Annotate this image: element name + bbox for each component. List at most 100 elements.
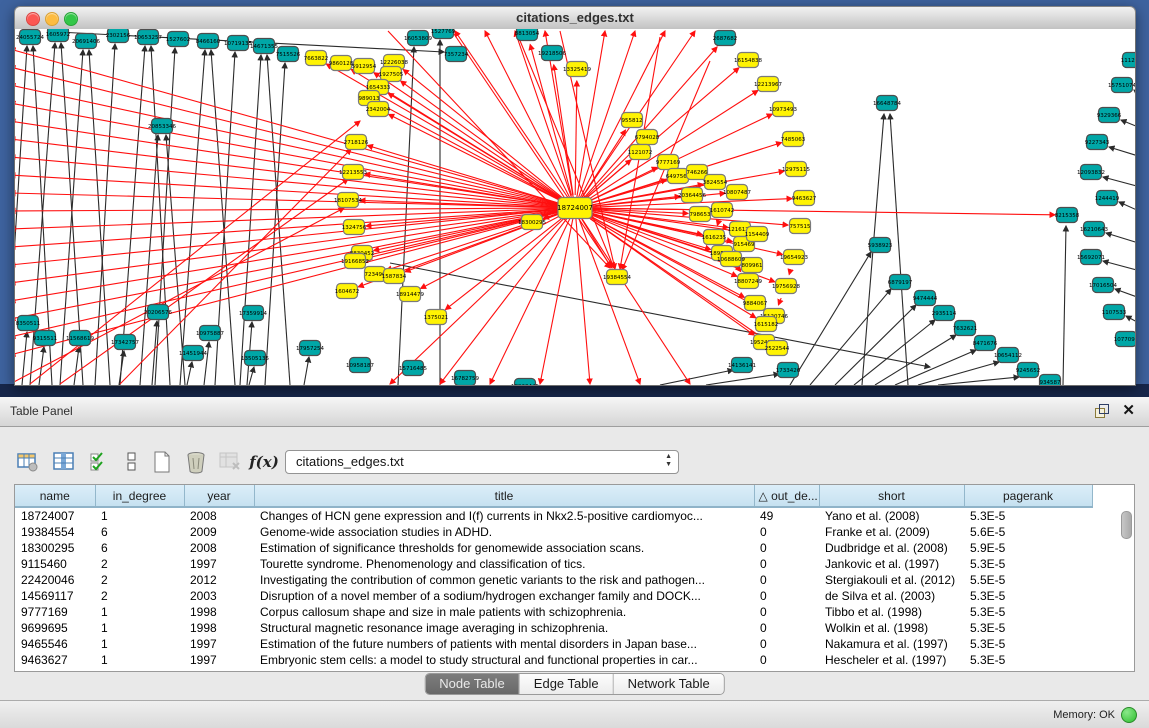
graph-edge[interactable] — [540, 208, 575, 384]
table-cell[interactable]: 19384554 — [15, 524, 95, 540]
table-cell[interactable]: 0 — [754, 588, 819, 604]
graph-edge[interactable] — [14, 208, 575, 319]
table-cell[interactable]: 6 — [95, 524, 184, 540]
column-header[interactable]: in_degree — [95, 485, 184, 507]
table-cell[interactable]: 5.3E-5 — [964, 636, 1092, 652]
graph-edge[interactable] — [1115, 289, 1136, 301]
graph-edge[interactable] — [575, 31, 605, 208]
graph-edge[interactable] — [388, 93, 564, 201]
table-cell[interactable]: Changes of HCN gene expression and I(f) … — [254, 507, 754, 524]
graph-edge[interactable] — [1126, 316, 1136, 328]
table-cell[interactable]: 0 — [754, 540, 819, 556]
show-columns-button[interactable] — [50, 449, 78, 475]
table-cell[interactable]: 5.3E-5 — [964, 652, 1092, 668]
graph-edge[interactable] — [249, 367, 254, 385]
table-row[interactable]: 911546021997Tourette syndrome. Phenomeno… — [15, 556, 1092, 572]
table-cell[interactable]: 2008 — [184, 540, 254, 556]
minimize-traffic-light-icon[interactable] — [45, 12, 59, 26]
table-cell[interactable]: 0 — [754, 572, 819, 588]
network-window-titlebar[interactable]: citations_edges.txt — [14, 6, 1136, 30]
graph-edge[interactable] — [1121, 120, 1136, 131]
table-cell[interactable]: 2 — [95, 556, 184, 572]
table-select-dropdown[interactable]: citations_edges.txt ▲▼ — [285, 450, 679, 474]
table-cell[interactable]: 5.5E-5 — [964, 572, 1092, 588]
graph-edge[interactable] — [1063, 226, 1066, 385]
graph-edge[interactable] — [326, 64, 563, 201]
table-cell[interactable]: Dudbridge et al. (2008) — [819, 540, 964, 556]
table-cell[interactable]: Embryonic stem cells: a model to study s… — [254, 652, 754, 668]
delete-column-button[interactable] — [182, 449, 210, 475]
table-cell[interactable]: 1 — [95, 620, 184, 636]
table-cell[interactable]: 5.3E-5 — [964, 588, 1092, 604]
table-cell[interactable]: Genome-wide association studies in ADHD. — [254, 524, 754, 540]
graph-edge[interactable] — [14, 208, 575, 211]
graph-edge[interactable] — [187, 362, 192, 385]
table-cell[interactable]: 1997 — [184, 652, 254, 668]
graph-edge[interactable] — [1134, 90, 1136, 101]
table-row[interactable]: 1872400712008Changes of HCN gene express… — [15, 507, 1092, 524]
table-cell[interactable]: Hescheler et al. (1997) — [819, 652, 964, 668]
table-cell[interactable]: Tourette syndrome. Phenomenology and cla… — [254, 556, 754, 572]
column-header[interactable]: year — [184, 485, 254, 507]
graph-edge[interactable] — [74, 347, 79, 385]
graph-edge[interactable] — [789, 270, 790, 275]
table-cell[interactable]: 1 — [95, 652, 184, 668]
graph-edge[interactable] — [706, 374, 779, 385]
scrollbar-thumb[interactable] — [1121, 511, 1132, 539]
table-cell[interactable]: 18724007 — [15, 507, 95, 524]
table-cell[interactable]: 0 — [754, 604, 819, 620]
table-row[interactable]: 2242004622012Investigating the contribut… — [15, 572, 1092, 588]
column-header[interactable]: pagerank — [964, 485, 1092, 507]
table-cell[interactable]: 1 — [95, 604, 184, 620]
table-cell[interactable]: 49 — [754, 507, 819, 524]
graph-edge[interactable] — [304, 357, 309, 385]
network-canvas[interactable]: 2405572416059722069140623021561065325715… — [14, 29, 1136, 386]
column-header[interactable]: △ out_de... — [754, 485, 819, 507]
table-cell[interactable]: 2 — [95, 588, 184, 604]
table-cell[interactable]: 1998 — [184, 604, 254, 620]
table-cell[interactable]: 5.3E-5 — [964, 507, 1092, 524]
table-cell[interactable]: Yano et al. (2008) — [819, 507, 964, 524]
graph-edge[interactable] — [575, 208, 690, 384]
table-cell[interactable]: 2 — [95, 572, 184, 588]
graph-edge[interactable] — [151, 46, 170, 385]
table-cell[interactable]: Stergiakouli et al. (2012) — [819, 572, 964, 588]
graph-edge[interactable] — [390, 263, 930, 367]
graph-edge[interactable] — [1106, 233, 1136, 246]
table-cell[interactable]: 9465546 — [15, 636, 95, 652]
column-header[interactable]: name — [15, 485, 95, 507]
graph-edge[interactable] — [267, 55, 290, 385]
table-cell[interactable]: de Silva et al. (2003) — [819, 588, 964, 604]
table-cell[interactable]: 2012 — [184, 572, 254, 588]
table-cell[interactable]: 0 — [754, 620, 819, 636]
column-header[interactable]: short — [819, 485, 964, 507]
table-cell[interactable]: 9115460 — [15, 556, 95, 572]
column-header[interactable]: title — [254, 485, 754, 507]
table-row[interactable]: 1938455462009Genome-wide association stu… — [15, 524, 1092, 540]
table-cell[interactable]: 9699695 — [15, 620, 95, 636]
close-panel-icon[interactable]: ✕ — [1122, 401, 1135, 419]
table-cell[interactable]: 9463627 — [15, 652, 95, 668]
table-cell[interactable]: 5.3E-5 — [964, 620, 1092, 636]
graph-edge[interactable] — [1103, 261, 1136, 273]
table-cell[interactable]: 9777169 — [15, 604, 95, 620]
graph-edge[interactable] — [265, 63, 285, 385]
graph-edge[interactable] — [575, 208, 590, 384]
table-cell[interactable]: Structural magnetic resonance image aver… — [254, 620, 754, 636]
table-cell[interactable]: Investigating the contribution of common… — [254, 572, 754, 588]
table-row[interactable]: 977716911998Corpus callosum shape and si… — [15, 604, 1092, 620]
table-cell[interactable]: 0 — [754, 636, 819, 652]
graph-edge[interactable] — [938, 377, 1019, 385]
graph-edge[interactable] — [790, 252, 871, 385]
delete-table-button[interactable] — [216, 449, 244, 475]
table-cell[interactable]: 6 — [95, 540, 184, 556]
table-row[interactable]: 946362711997Embryonic stem cells: a mode… — [15, 652, 1092, 668]
table-row[interactable]: 946554611997Estimation of the future num… — [15, 636, 1092, 652]
row-height-button[interactable] — [118, 449, 146, 475]
close-traffic-light-icon[interactable] — [26, 12, 40, 26]
table-mode-button[interactable] — [14, 449, 42, 475]
table-cell[interactable]: 1997 — [184, 556, 254, 572]
tab-network-table[interactable]: Network Table — [614, 674, 724, 694]
table-cell[interactable]: Estimation of the future numbers of pati… — [254, 636, 754, 652]
graph-edge[interactable] — [778, 298, 781, 305]
